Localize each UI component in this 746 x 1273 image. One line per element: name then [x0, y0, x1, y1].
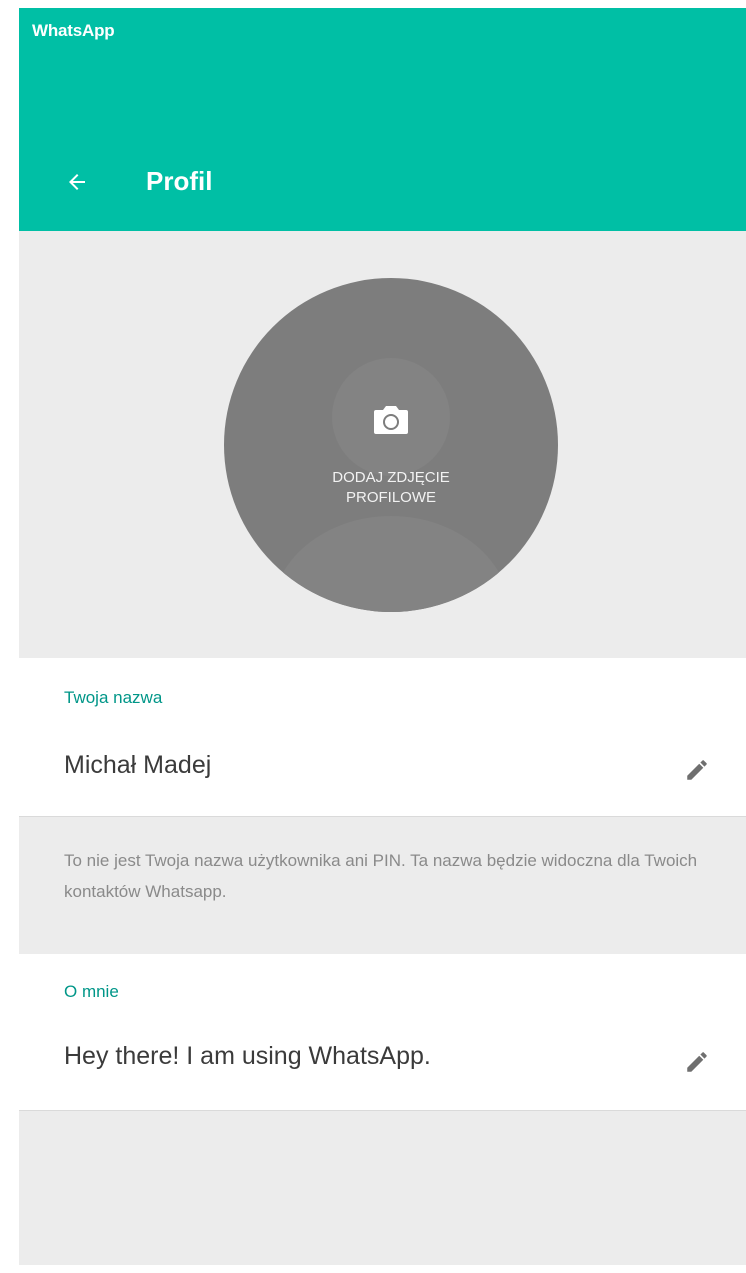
- whatsapp-window: WhatsApp Profil DODAJ ZDJĘCIE PROFILOWE …: [19, 8, 746, 1265]
- camera-icon: [374, 406, 408, 434]
- about-card: O mnie Hey there! I am using WhatsApp.: [19, 954, 746, 1111]
- about-field-value: Hey there! I am using WhatsApp.: [64, 1042, 431, 1070]
- arrow-left-icon: [69, 174, 85, 190]
- add-profile-photo-button[interactable]: DODAJ ZDJĘCIE PROFILOWE: [224, 278, 558, 612]
- pencil-icon: [687, 1052, 707, 1072]
- name-field-label: Twoja nazwa: [64, 688, 163, 707]
- about-field-label: O mnie: [64, 982, 119, 1001]
- add-profile-photo-label: DODAJ ZDJĘCIE PROFILOWE: [332, 469, 450, 506]
- name-hint-text: To nie jest Twoja nazwa użytkownika ani …: [64, 851, 698, 901]
- name-field-value: Michał Madej: [64, 751, 212, 779]
- app-header: WhatsApp Profil: [19, 8, 746, 231]
- page-title: Profil: [146, 166, 213, 196]
- edit-about-button[interactable]: [677, 1042, 717, 1082]
- profile-photo-section: DODAJ ZDJĘCIE PROFILOWE: [19, 231, 746, 658]
- window-title: WhatsApp: [32, 21, 115, 40]
- avatar-placeholder-body: [271, 516, 511, 612]
- name-card: Twoja nazwa Michał Madej: [19, 658, 746, 817]
- edit-name-button[interactable]: [677, 750, 717, 790]
- back-button[interactable]: [55, 160, 99, 204]
- pencil-icon: [687, 760, 707, 780]
